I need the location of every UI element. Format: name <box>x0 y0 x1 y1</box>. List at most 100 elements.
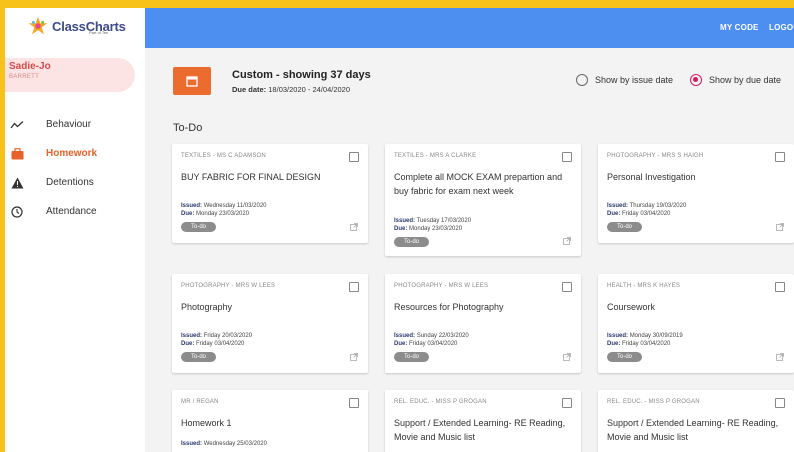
due-date: Friday 03/04/2020 <box>409 341 458 347</box>
card-teacher: PHOTOGRAPHY - MRS W LEES <box>181 283 276 289</box>
card-teacher: PHOTOGRAPHY - MRS W LEES <box>394 283 489 289</box>
open-external-icon[interactable] <box>563 353 571 361</box>
complete-checkbox[interactable] <box>562 398 572 408</box>
issued-date: Tuesday 17/03/2020 <box>416 218 472 224</box>
due-date: Friday 03/04/2020 <box>196 341 245 347</box>
card-teacher: HEALTH - MRS K HAYES <box>607 283 681 289</box>
app-window: ClassCharts Part of Tes Sadie-Jo BARRETT… <box>5 8 794 452</box>
status-badge: To-do <box>607 222 642 232</box>
card-title: Support / Extended Learning- RE Reading,… <box>394 418 566 442</box>
radio-label: Show by due date <box>709 75 782 85</box>
sidebar-item-label: Behaviour <box>46 119 92 130</box>
issued-date: Wednesday 25/03/2020 <box>203 441 267 447</box>
sidebar-item-label: Attendance <box>46 206 97 217</box>
issued-date: Sunday 22/03/2020 <box>416 333 469 339</box>
card-teacher: TEXTILES - MS C ADAMSON <box>181 153 266 159</box>
homework-card[interactable]: PHOTOGRAPHY - MRS W LEES Photography Iss… <box>172 274 368 373</box>
date-range-title: Custom - showing 37 days <box>232 69 371 81</box>
homework-card[interactable]: TEXTILES - MRS A CLARKE Complete all MOC… <box>385 144 581 256</box>
radio-issue-date[interactable] <box>576 74 588 86</box>
due-date-label: Due date: <box>232 85 267 94</box>
complete-checkbox[interactable] <box>562 152 572 162</box>
open-external-icon[interactable] <box>563 237 571 245</box>
card-dates: Issued: Wednesday 11/03/2020 Due: Monday… <box>181 203 267 217</box>
homework-card[interactable]: REL. EDUC. - MISS P GROGAN Support / Ext… <box>598 390 794 452</box>
card-title: Resources for Photography <box>394 302 504 312</box>
card-title: Homework 1 <box>181 418 232 428</box>
status-badge: To-do <box>394 237 429 247</box>
card-title: BUY FABRIC FOR FINAL DESIGN <box>181 172 321 182</box>
issued-date: Monday 30/09/2019 <box>629 333 683 339</box>
user-first-name: Sadie-Jo <box>9 61 51 72</box>
briefcase-icon <box>10 147 24 161</box>
issued-date: Wednesday 11/03/2020 <box>203 203 267 209</box>
clock-icon <box>10 205 24 219</box>
sidebar-nav: Behaviour Homework Detentions Attendance <box>5 110 145 226</box>
date-range-button[interactable] <box>173 67 211 95</box>
issued-date: Thursday 19/03/2020 <box>629 203 687 209</box>
due-date: Monday 23/03/2020 <box>409 226 463 232</box>
card-title: Complete all MOCK EXAM prepartion and bu… <box>394 172 563 196</box>
sidebar-item-homework[interactable]: Homework <box>5 139 145 168</box>
homework-card[interactable]: PHOTOGRAPHY - MRS W LEES Resources for P… <box>385 274 581 373</box>
homework-card[interactable]: PHOTOGRAPHY - MRS S HAIGH Personal Inves… <box>598 144 794 243</box>
calendar-icon <box>186 76 198 87</box>
card-teacher: MR / REGAN <box>181 399 219 405</box>
show-by-issue-date-option[interactable]: Show by issue date <box>576 74 673 86</box>
sidebar-item-label: Detentions <box>46 177 94 188</box>
complete-checkbox[interactable] <box>349 152 359 162</box>
top-bar: MY CODE LOGOUT <box>145 8 794 48</box>
logout-link[interactable]: LOGOUT <box>769 23 794 32</box>
complete-checkbox[interactable] <box>349 398 359 408</box>
due-date: Friday 03/04/2020 <box>622 341 671 347</box>
card-teacher: REL. EDUC. - MISS P GROGAN <box>394 399 487 405</box>
status-badge: To-do <box>607 352 642 362</box>
show-by-due-date-option[interactable]: Show by due date <box>690 74 781 86</box>
issued-date: Friday 20/03/2020 <box>203 333 253 339</box>
homework-card[interactable]: REL. EDUC. - MISS P GROGAN Support / Ext… <box>385 390 581 452</box>
card-title: Photography <box>181 302 233 312</box>
status-badge: To-do <box>181 222 216 232</box>
sidebar-item-label: Homework <box>46 148 98 159</box>
complete-checkbox[interactable] <box>775 152 785 162</box>
card-teacher: PHOTOGRAPHY - MRS S HAIGH <box>607 153 704 159</box>
homework-card[interactable]: MR / REGAN Homework 1 Issued: Wednesday … <box>172 390 368 452</box>
card-dates: Issued: Tuesday 17/03/2020 Due: Monday 2… <box>394 218 472 232</box>
card-teacher: TEXTILES - MRS A CLARKE <box>394 153 477 159</box>
card-dates: Issued: Sunday 22/03/2020 Due: Friday 03… <box>394 333 469 347</box>
sidebar-item-detentions[interactable]: Detentions <box>5 168 145 197</box>
classcharts-star-icon <box>28 16 48 35</box>
complete-checkbox[interactable] <box>349 282 359 292</box>
main-content: Custom - showing 37 days Due date: 18/03… <box>145 48 794 452</box>
warning-icon <box>10 176 24 190</box>
complete-checkbox[interactable] <box>775 282 785 292</box>
sidebar-item-attendance[interactable]: Attendance <box>5 197 145 226</box>
user-last-name: BARRETT <box>9 74 40 80</box>
my-code-link[interactable]: MY CODE <box>720 23 759 32</box>
brand-logo[interactable]: ClassCharts Part of Tes <box>5 8 145 44</box>
card-title: Coursework <box>607 302 656 312</box>
due-date-range: 18/03/2020 - 24/04/2020 <box>268 85 351 94</box>
open-external-icon[interactable] <box>776 353 784 361</box>
user-card[interactable]: Sadie-Jo BARRETT <box>5 58 135 92</box>
homework-card[interactable]: TEXTILES - MS C ADAMSON BUY FABRIC FOR F… <box>172 144 368 243</box>
sidebar-item-behaviour[interactable]: Behaviour <box>5 110 145 139</box>
card-title: Personal Investigation <box>607 172 696 182</box>
date-range-due: Due date: 18/03/2020 - 24/04/2020 <box>232 85 350 94</box>
open-external-icon[interactable] <box>350 223 358 231</box>
section-title: To-Do <box>173 122 203 134</box>
card-dates: Issued: Monday 30/09/2019 Due: Friday 03… <box>607 333 683 347</box>
radio-due-date[interactable] <box>690 74 702 86</box>
complete-checkbox[interactable] <box>775 398 785 408</box>
open-external-icon[interactable] <box>350 353 358 361</box>
sidebar: ClassCharts Part of Tes Sadie-Jo BARRETT… <box>5 8 145 452</box>
card-title: Support / Extended Learning- RE Reading,… <box>607 418 779 442</box>
status-badge: To-do <box>181 352 216 362</box>
due-date: Friday 03/04/2020 <box>622 211 671 217</box>
complete-checkbox[interactable] <box>562 282 572 292</box>
card-dates: Issued: Wednesday 25/03/2020 <box>181 441 267 447</box>
status-badge: To-do <box>394 352 429 362</box>
card-dates: Issued: Friday 20/03/2020 Due: Friday 03… <box>181 333 253 347</box>
open-external-icon[interactable] <box>776 223 784 231</box>
homework-card[interactable]: HEALTH - MRS K HAYES Coursework Issued: … <box>598 274 794 373</box>
